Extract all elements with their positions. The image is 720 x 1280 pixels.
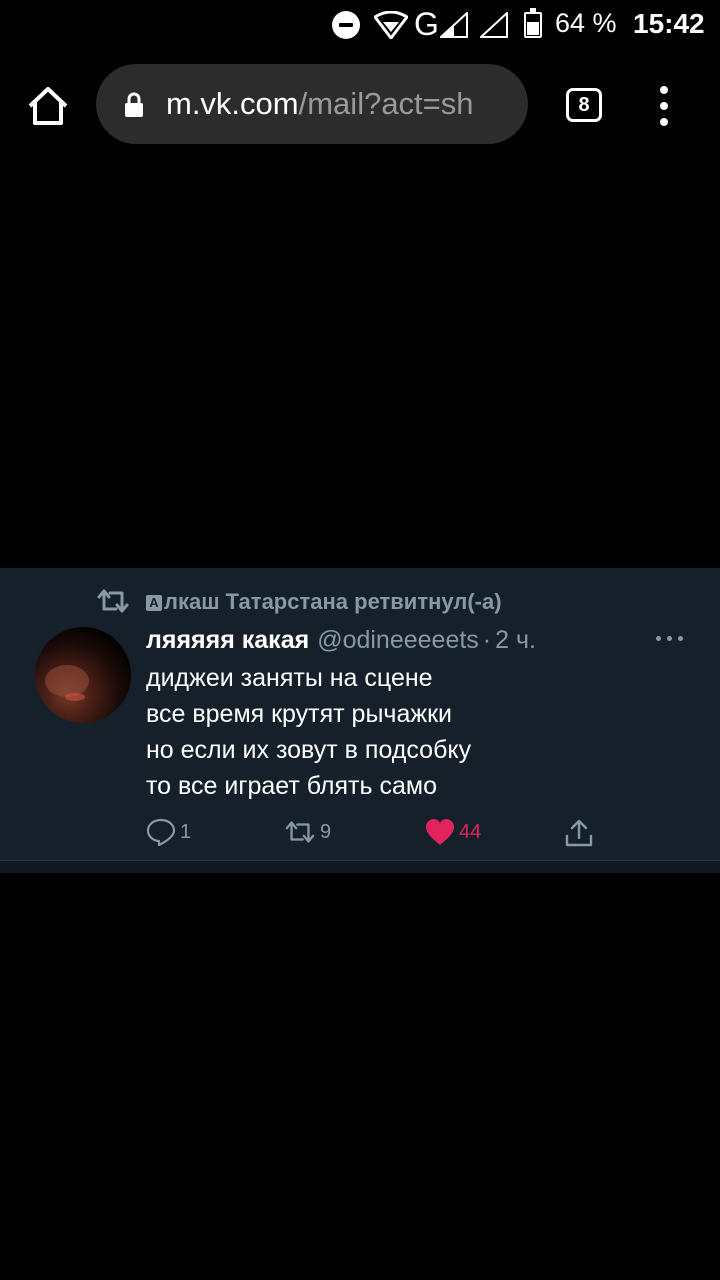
battery-icon (524, 8, 542, 38)
reply-icon (146, 818, 176, 846)
retweet-label: Алкаш Татарстана ретвитнул(-а) (146, 588, 502, 616)
url-bar[interactable]: m.vk.com/mail?act=sh (96, 64, 528, 144)
signal-icon (440, 12, 468, 38)
tweet-line: все время крутят рычажки (146, 700, 452, 728)
like-count: 44 (459, 821, 482, 843)
retweet-count: 9 (320, 821, 332, 843)
tweet-line: диджеи заняты на сцене (146, 664, 433, 692)
battery-percent: 64 % (555, 8, 617, 38)
retweet-icon (97, 589, 129, 613)
share-icon (565, 819, 593, 847)
display-name[interactable]: ляяяяя какая (146, 626, 309, 654)
lock-icon (125, 92, 143, 117)
url-text[interactable]: m.vk.com/mail?act=sh (166, 84, 516, 124)
status-bar: G 64 % 15:42 (0, 0, 720, 50)
like-button[interactable]: 44 (425, 816, 495, 848)
tweet-time[interactable]: 2 ч. (495, 626, 536, 654)
tweet-line: то все играет блять само (146, 772, 437, 800)
signal-empty-icon (480, 12, 508, 38)
retweet-action-icon (285, 821, 315, 843)
more-horizontal-icon[interactable] (656, 636, 684, 644)
do-not-disturb-icon (332, 11, 360, 39)
tweet-line: но если их зовут в подсобку (146, 736, 472, 764)
tweet-header: ляяяяя какая @odineeeeets · 2 ч. (146, 622, 536, 658)
avatar[interactable] (35, 627, 131, 723)
share-button[interactable] (564, 816, 596, 848)
wifi-icon (374, 11, 408, 39)
browser-toolbar: m.vk.com/mail?act=sh 8 (0, 50, 720, 164)
battery-fill (527, 22, 539, 35)
heart-icon (426, 819, 454, 845)
reply-button[interactable]: 1 (146, 816, 206, 848)
divider (0, 860, 720, 873)
app-screen: G 64 % 15:42 m.vk.com/mail?act=sh 8 А лк… (0, 0, 720, 1280)
network-type: G (414, 6, 439, 42)
retweeter-badge: А (146, 595, 162, 611)
url-path: /mail?act=sh (298, 86, 474, 121)
reply-count: 1 (180, 821, 192, 843)
separator-dot: · (482, 626, 492, 654)
url-host: m.vk.com (166, 86, 299, 121)
home-icon[interactable] (26, 84, 70, 128)
tabs-button[interactable]: 8 (566, 88, 602, 122)
user-handle[interactable]: @odineeeeets (317, 626, 479, 654)
tweet-text: диджеи заняты на сцене все время крутят … (146, 660, 666, 804)
clock: 15:42 (633, 8, 705, 39)
retweet-button[interactable]: 9 (284, 816, 344, 848)
retweet-text: лкаш Татарстана ретвитнул(-а) (164, 589, 502, 614)
more-vertical-icon[interactable] (652, 86, 676, 126)
